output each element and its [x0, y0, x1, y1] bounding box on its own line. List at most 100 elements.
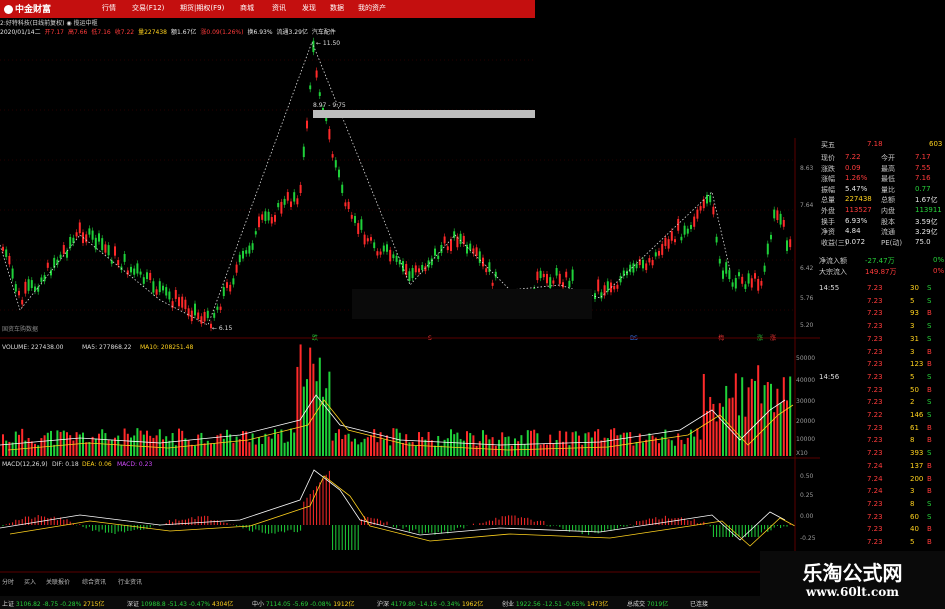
tick-side: S — [927, 449, 932, 458]
tick-volume: 393 — [910, 449, 924, 458]
macd-dea-line — [9, 475, 796, 547]
macd-tick: 0.25 — [800, 492, 814, 499]
stat-row: 振幅 5.47% 量比 0.77 — [815, 185, 945, 196]
stat-label: 现价 — [821, 154, 835, 162]
candle-body — [296, 198, 299, 205]
candle-body — [267, 211, 270, 221]
tick-side: B — [927, 436, 932, 445]
volume-bar — [146, 430, 148, 456]
volume-bar — [581, 444, 584, 456]
watermark-title: 乐淘公式网 — [802, 561, 903, 585]
tick-price: 7.23 — [867, 296, 883, 305]
candle-body — [213, 313, 216, 318]
candle-body — [290, 201, 292, 207]
volume-bar — [555, 439, 558, 456]
candle-body — [542, 273, 545, 278]
volume-tick: 50000 — [796, 355, 815, 362]
volume-bar — [142, 434, 145, 456]
volume-bar — [674, 445, 676, 456]
menu-item-news[interactable]: 资讯 — [272, 3, 286, 13]
stat-row: 外盘 113527 内盘 113911 — [815, 206, 945, 217]
volume-bar — [50, 430, 52, 456]
tick-price: 7.23 — [867, 322, 883, 331]
candle-body — [562, 282, 564, 288]
stat-label: 收益(三) — [821, 238, 848, 247]
tick-side: S — [927, 296, 932, 305]
candle-body — [382, 245, 385, 252]
candle-body — [779, 213, 782, 225]
volume-bar — [226, 429, 228, 456]
volume-bar — [706, 410, 708, 456]
index-item[interactable]: 总成交 7019亿 — [627, 599, 668, 608]
volume-bar — [302, 386, 305, 456]
volume-bar — [18, 434, 20, 456]
candle-body — [59, 254, 62, 259]
candle-body — [386, 244, 388, 252]
candle-body — [571, 269, 574, 281]
stat-value: 113527 — [845, 206, 872, 214]
volume-bar — [776, 388, 779, 456]
bottom-tab[interactable]: 买入 — [24, 577, 36, 586]
quote-field: 收7.22 — [114, 29, 135, 36]
volume-bar — [651, 435, 654, 456]
index-item[interactable]: 中小 7114.05 -5.69 -0.08% 1912亿 — [252, 599, 355, 608]
volume-bar — [789, 376, 792, 456]
candle-body — [414, 265, 417, 273]
bottom-tab[interactable]: 关联报价 — [46, 577, 70, 586]
index-item[interactable]: 沪深 4179.80 -14.16 -0.34% 1962亿 — [377, 599, 483, 608]
tick-volume: 137 — [910, 461, 924, 470]
candle-body — [552, 280, 555, 284]
bottom-tab[interactable]: 综合资讯 — [82, 577, 106, 586]
candle-body — [130, 266, 132, 273]
index-item[interactable]: 创业 1922.56 -12.51 -0.65% 1473亿 — [502, 599, 608, 608]
menu-item-discover[interactable]: 发现 — [302, 3, 316, 13]
volume-bar — [437, 436, 440, 456]
stat-label: 总额 — [881, 196, 895, 205]
menu-item-trade[interactable]: 交易(F12) — [132, 3, 164, 13]
volume-bar — [526, 430, 529, 456]
volume-tick: X10 — [796, 450, 808, 457]
candle-body — [651, 260, 654, 266]
candle-body — [670, 231, 673, 241]
candle-body — [718, 258, 721, 264]
tick-price: 7.23 — [867, 423, 883, 432]
candle-body — [133, 268, 136, 275]
volume-bar — [782, 377, 785, 456]
tick-price: 7.23 — [867, 436, 883, 445]
menu-item-my-assets[interactable]: 我的资产 — [358, 3, 386, 13]
index-item[interactable]: 上证 3106.82 -8.75 -0.28% 2715亿 — [2, 599, 105, 608]
bottom-tab[interactable]: 行业资讯 — [118, 577, 142, 586]
volume-bar — [648, 433, 651, 456]
candle-body — [616, 284, 619, 289]
tick-row: 7.23 31 S — [815, 335, 945, 346]
volume-bar — [5, 440, 8, 456]
volume-bar — [238, 439, 241, 456]
volume-bar — [750, 378, 753, 456]
candle-body — [728, 270, 731, 280]
candle-body — [181, 296, 184, 308]
bottom-tab[interactable]: 分时 — [2, 577, 14, 586]
index-item[interactable]: 深证 10988.8 -51.43 -0.47% 4304亿 — [127, 599, 233, 608]
menu-item-data[interactable]: 数据 — [330, 3, 344, 13]
tick-side: S — [927, 512, 932, 521]
candle-body — [232, 278, 235, 285]
tick-price: 7.23 — [867, 334, 883, 343]
volume-bar — [683, 444, 686, 456]
volume-bar — [261, 443, 264, 456]
macd-tick: 0.00 — [800, 513, 814, 520]
index-field: -14.16 — [417, 601, 439, 608]
volume-bar — [638, 433, 641, 456]
menu-item-mall[interactable]: 商城 — [240, 3, 254, 13]
tick-row: 7.23 5 B — [815, 538, 945, 549]
candle-body — [139, 271, 142, 275]
menu-item-market[interactable]: 行情 — [102, 3, 116, 13]
price-axis: 8.63 7.64 6.42 5.76 5.20 — [800, 165, 814, 329]
tick-side: S — [927, 322, 932, 331]
menu-item-futures[interactable]: 期货|期权(F9) — [180, 3, 224, 13]
volume-bar — [229, 434, 232, 456]
index-field: 4304亿 — [212, 601, 234, 608]
candle-body — [741, 276, 744, 284]
candle-body — [555, 268, 558, 276]
volume-bar — [523, 443, 526, 456]
tick-side: S — [927, 284, 932, 292]
